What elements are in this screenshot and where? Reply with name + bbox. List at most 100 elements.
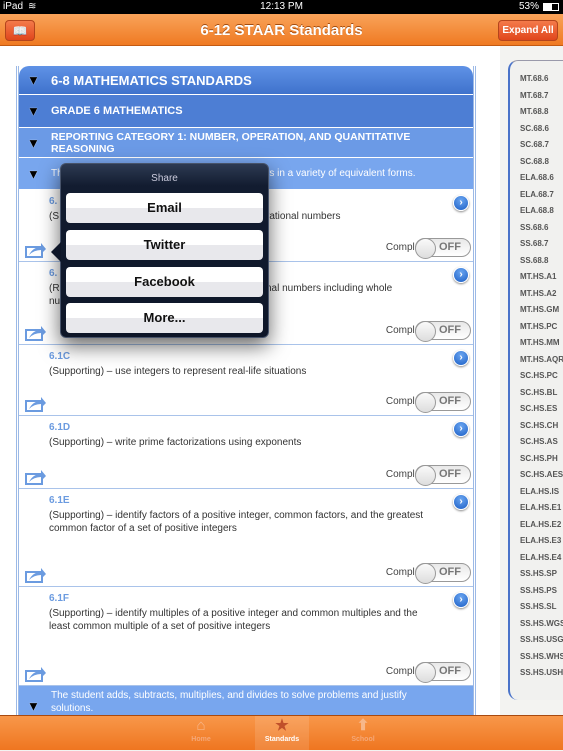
completed-toggle[interactable]: OFF xyxy=(415,465,471,486)
popover-arrow xyxy=(51,242,61,262)
knowledge-text-right: rs in a variety of equivalent forms. xyxy=(266,168,416,179)
subject-index-sidebar[interactable]: MT.68.6 MT.68.7 MT.68.8 SC.68.6 SC.68.7 SC.68… xyxy=(508,60,563,700)
sidebar-item[interactable]: SS.HS.USG xyxy=(510,632,563,649)
expand-all-button[interactable]: Expand All xyxy=(498,20,558,41)
sidebar-item[interactable]: ELA.HS.E4 xyxy=(510,550,563,567)
tab-label: Standards xyxy=(264,736,300,743)
completed-toggle[interactable]: OFF xyxy=(415,238,471,259)
sidebar-item[interactable]: MT.HS.GM xyxy=(510,302,563,319)
sidebar-item[interactable]: SS.68.7 xyxy=(510,236,563,253)
sidebar-item[interactable]: ELA.HS.E2 xyxy=(510,517,563,534)
sidebar-item[interactable]: MT.68.6 xyxy=(510,71,563,88)
standard-description: (Supporting) – use integers to represent… xyxy=(49,366,307,377)
sidebar-item[interactable]: SC.HS.ES xyxy=(510,401,563,418)
tab-standards[interactable]: ★ Standards xyxy=(255,716,309,751)
collapse-triangle-icon: ▼ xyxy=(27,72,40,88)
sidebar-item[interactable]: SC.68.7 xyxy=(510,137,563,154)
completed-toggle[interactable]: OFF xyxy=(415,392,471,413)
collapse-triangle-icon: ▼ xyxy=(27,166,40,181)
sidebar-item[interactable]: MT.HS.A2 xyxy=(510,286,563,303)
tab-school[interactable]: ⬆ School xyxy=(336,716,390,751)
share-icon[interactable] xyxy=(25,567,47,583)
share-icon[interactable] xyxy=(25,469,47,485)
list-item[interactable]: 6.1D (Supporting) – write prime factoriz… xyxy=(19,416,473,489)
sidebar-item[interactable]: ELA.HS.E3 xyxy=(510,533,563,550)
status-bar: iPad ≋ 12:13 PM 53% xyxy=(0,0,563,14)
share-facebook-button[interactable]: Facebook xyxy=(66,267,263,297)
sidebar-item[interactable]: ELA.HS.IS xyxy=(510,484,563,501)
header-grade-6[interactable]: ▼ GRADE 6 MATHEMATICS xyxy=(19,95,473,128)
clock: 12:13 PM xyxy=(260,1,303,12)
sidebar-item[interactable]: SC.HS.AES xyxy=(510,467,563,484)
sidebar-item[interactable]: SS.HS.SL xyxy=(510,599,563,616)
share-icon[interactable] xyxy=(25,396,47,412)
standard-code: 6.1C xyxy=(49,351,71,362)
disclosure-icon[interactable]: › xyxy=(453,195,469,211)
share-more-button[interactable]: More... xyxy=(66,303,263,333)
sidebar-item[interactable]: SC.HS.BL xyxy=(510,385,563,402)
tab-label: Home xyxy=(191,736,211,743)
sidebar-item[interactable]: SS.HS.USH xyxy=(510,665,563,682)
sidebar-item[interactable]: MT.HS.A1 xyxy=(510,269,563,286)
sidebar-item[interactable]: SC.HS.CH xyxy=(510,418,563,435)
list-item[interactable]: 6.1E (Supporting) – identify factors of … xyxy=(19,489,473,587)
sidebar-item[interactable]: SS.HS.WGS xyxy=(510,616,563,633)
star-icon: ★ xyxy=(275,717,289,734)
sidebar-item[interactable]: SC.HS.PC xyxy=(510,368,563,385)
sidebar-item[interactable]: SC.HS.AS xyxy=(510,434,563,451)
disclosure-icon[interactable]: › xyxy=(453,267,469,283)
completed-toggle[interactable]: OFF xyxy=(415,321,471,342)
battery-percent: 53% xyxy=(518,1,539,12)
share-icon[interactable] xyxy=(25,666,47,682)
header-label: GRADE 6 MATHEMATICS xyxy=(51,105,183,117)
standard-description-tail: nal numbers including whole xyxy=(266,283,393,294)
collapse-triangle-icon: ▼ xyxy=(27,135,40,150)
sidebar-item[interactable]: MT.HS.AQR xyxy=(510,352,563,369)
collapse-triangle-icon: ▼ xyxy=(27,103,40,119)
battery-icon xyxy=(543,3,559,11)
sidebar-item[interactable]: SS.68.6 xyxy=(510,220,563,237)
sidebar-item[interactable]: ELA.68.6 xyxy=(510,170,563,187)
sidebar-item[interactable]: MT.HS.MM xyxy=(510,335,563,352)
sidebar-item[interactable]: SS.HS.SP xyxy=(510,566,563,583)
sidebar-item[interactable]: MT.68.7 xyxy=(510,88,563,105)
page-title: 6-12 STAAR Standards xyxy=(200,22,363,39)
tab-label: School xyxy=(351,736,375,743)
header-math-standards[interactable]: ▼ 6-8 MATHEMATICS STANDARDS xyxy=(19,66,473,95)
footer-knowledge-row[interactable]: ▼ The student adds, subtracts, multiplies… xyxy=(19,686,473,715)
standard-description: (Supporting) – identify factors of a pos… xyxy=(49,510,424,534)
share-email-button[interactable]: Email xyxy=(66,193,263,223)
disclosure-icon[interactable]: › xyxy=(453,350,469,366)
sidebar-item[interactable]: ELA.68.8 xyxy=(510,203,563,220)
standard-code: 6. xyxy=(49,196,58,207)
sidebar-item[interactable]: MT.HS.PC xyxy=(510,319,563,336)
sidebar-item[interactable]: MT.68.8 xyxy=(510,104,563,121)
standard-code: 6.1D xyxy=(49,422,71,433)
header-label: REPORTING CATEGORY 1: NUMBER, OPERATION,… xyxy=(51,130,411,155)
standard-description: (Supporting) – identify multiples of a p… xyxy=(49,608,418,632)
disclosure-icon[interactable]: › xyxy=(453,421,469,437)
sidebar-item[interactable]: ELA.HS.E1 xyxy=(510,500,563,517)
school-icon: ⬆ xyxy=(356,717,370,734)
sidebar-item[interactable]: SC.68.8 xyxy=(510,154,563,171)
disclosure-icon[interactable]: › xyxy=(453,592,469,608)
header-reporting-category[interactable]: ▼ REPORTING CATEGORY 1: NUMBER, OPERATION… xyxy=(19,128,473,158)
tab-bar: ⌂ Home ★ Standards ⬆ School xyxy=(0,715,563,751)
sidebar-item[interactable]: ELA.68.7 xyxy=(510,187,563,204)
sidebar-item[interactable]: SC.HS.PH xyxy=(510,451,563,468)
completed-toggle[interactable]: OFF xyxy=(415,662,471,683)
sidebar-item[interactable]: SS.68.8 xyxy=(510,253,563,270)
share-twitter-button[interactable]: Twitter xyxy=(66,230,263,260)
completed-toggle[interactable]: OFF xyxy=(415,563,471,584)
list-item[interactable]: 6.1C (Supporting) – use integers to repr… xyxy=(19,345,473,416)
sidebar-item[interactable]: SC.68.6 xyxy=(510,121,563,138)
sidebar-item[interactable]: SS.HS.PS xyxy=(510,583,563,600)
collapse-triangle-icon: ▼ xyxy=(27,698,40,713)
sidebar-item[interactable]: SS.HS.WHS xyxy=(510,649,563,666)
share-icon[interactable] xyxy=(25,325,47,341)
disclosure-icon[interactable]: › xyxy=(453,494,469,510)
share-icon[interactable] xyxy=(25,242,47,258)
list-item[interactable]: 6.1F (Supporting) – identify multiples o… xyxy=(19,587,473,686)
tab-home[interactable]: ⌂ Home xyxy=(174,716,228,751)
